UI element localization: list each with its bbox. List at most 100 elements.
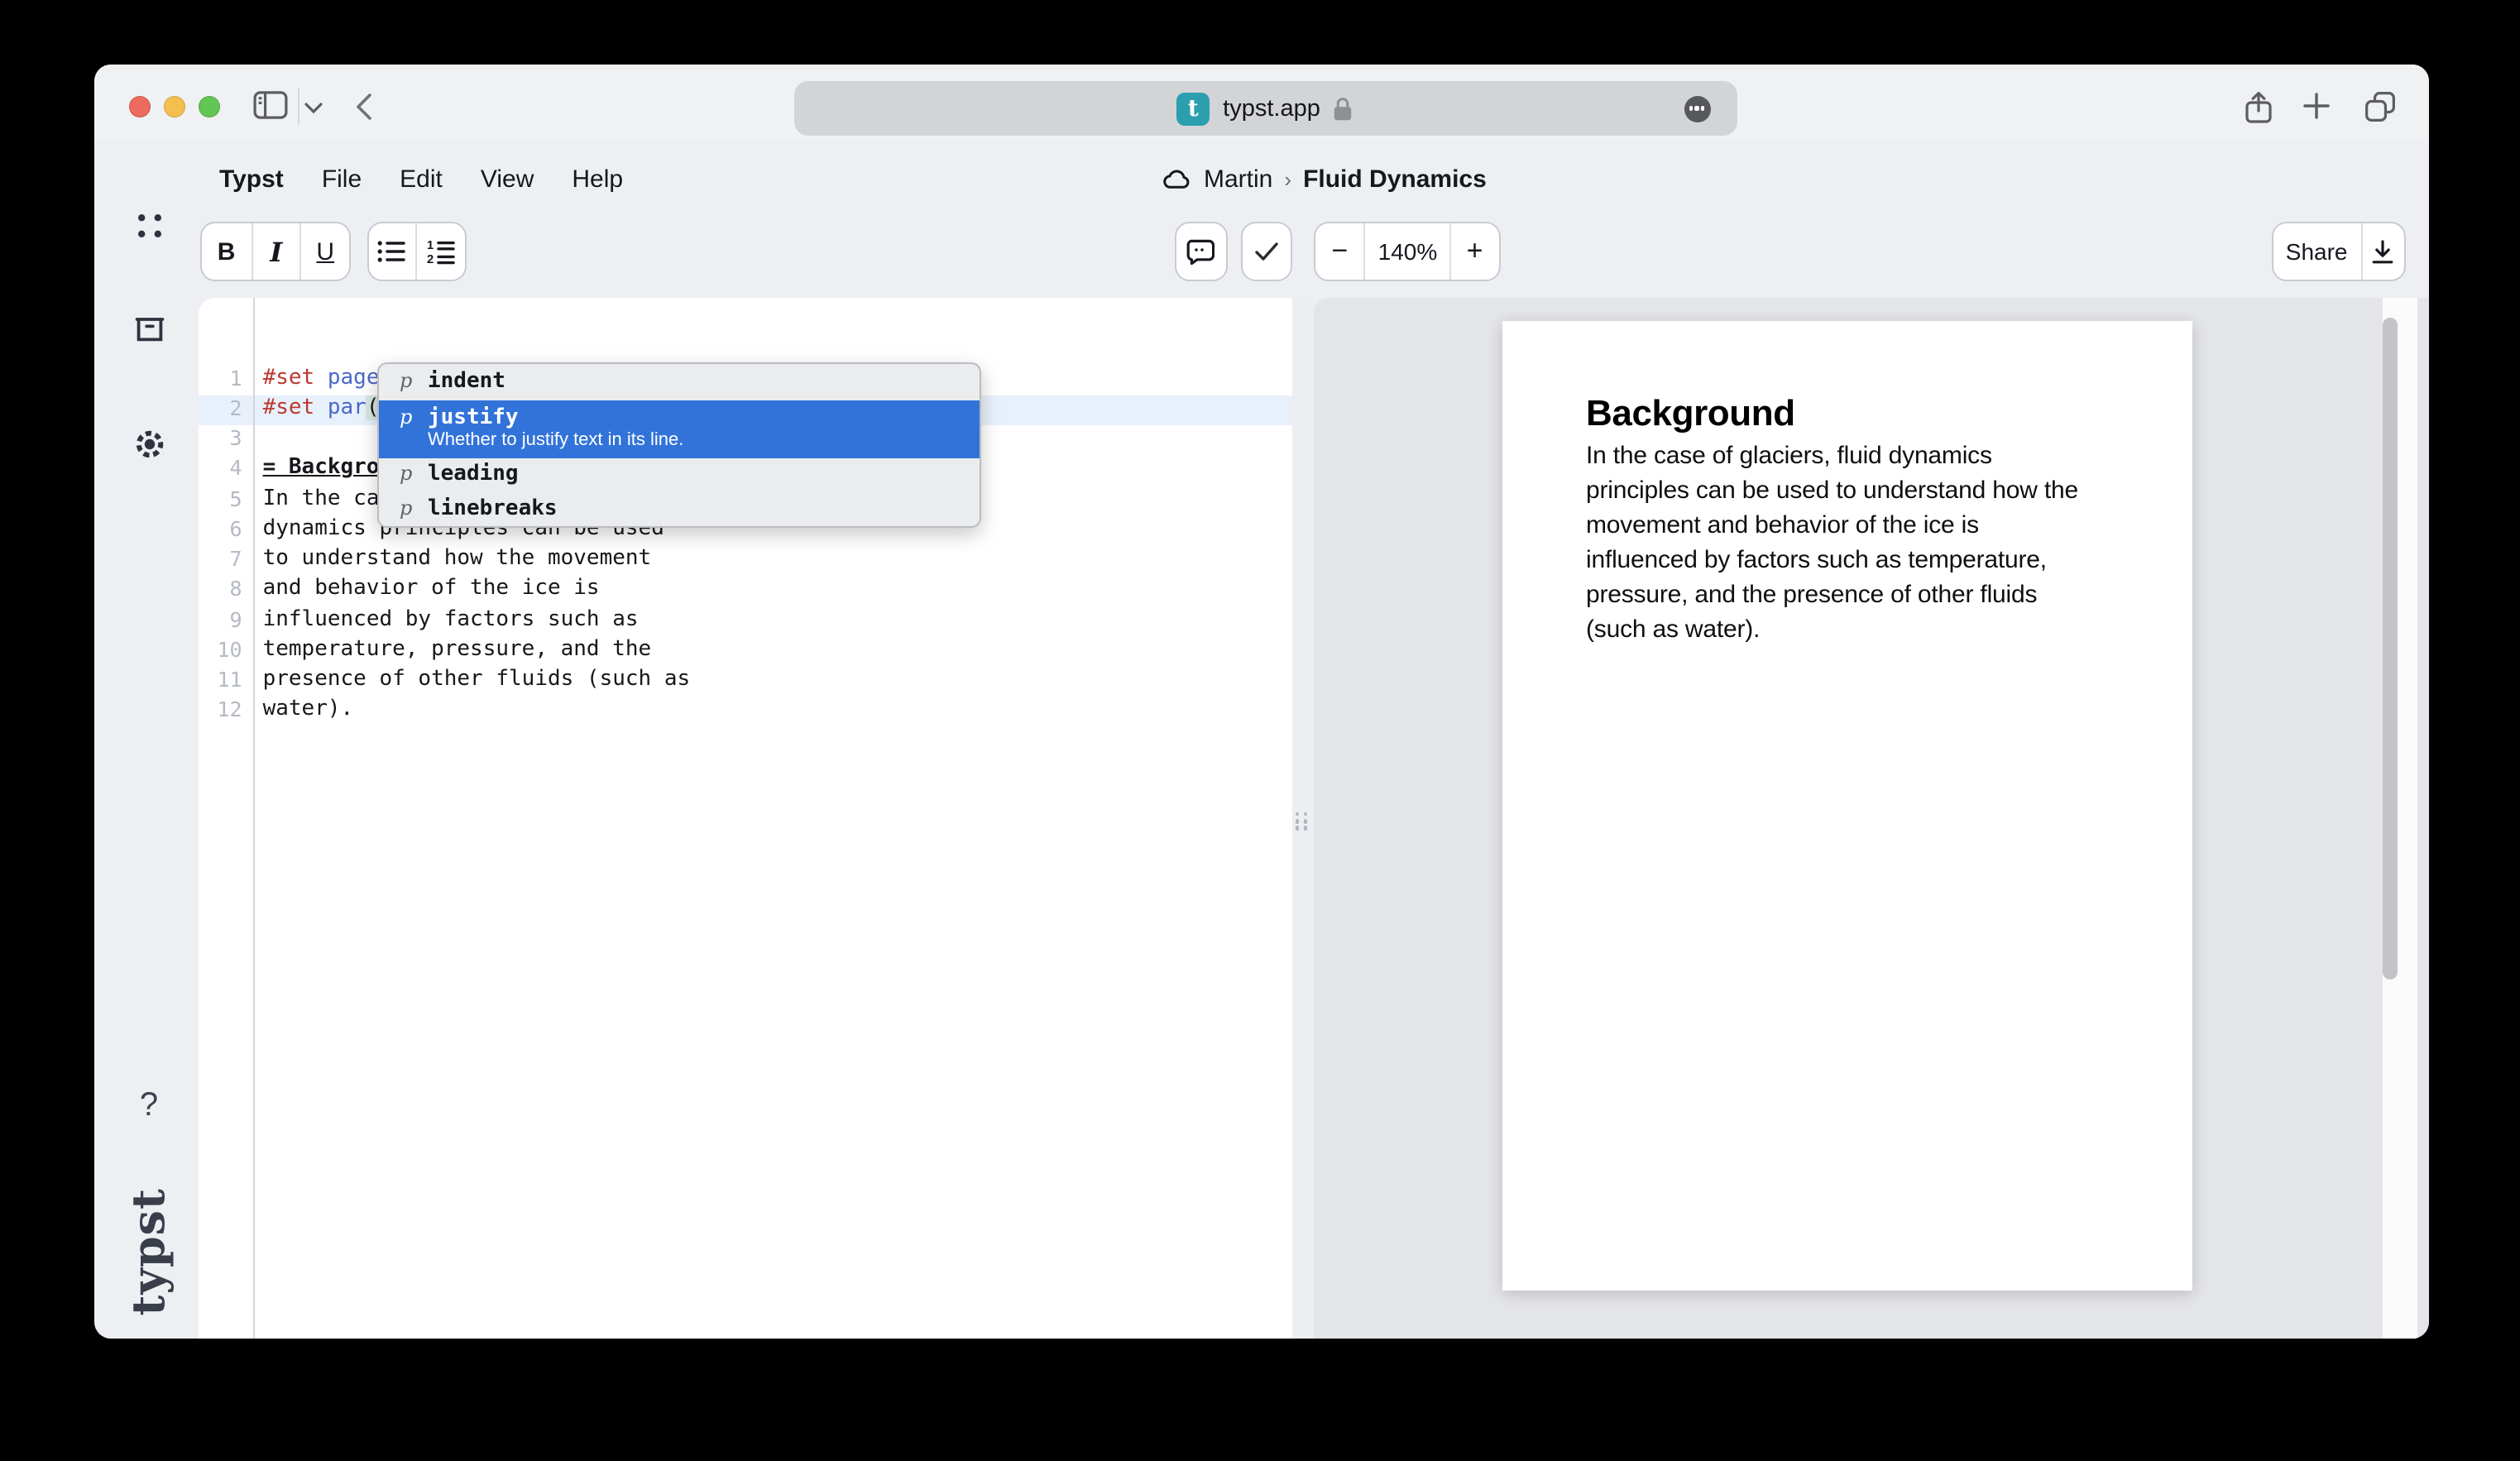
- code-line-9[interactable]: 9influenced by factors such as: [199, 606, 1292, 637]
- autocomplete-item-justify[interactable]: p justifyWhether to justify text in its l…: [378, 400, 979, 457]
- new-tab-icon[interactable]: [2302, 93, 2329, 119]
- param-prefix: p: [400, 369, 414, 392]
- line-content: temperature, pressure, and the: [253, 637, 652, 668]
- download-icon[interactable]: [2360, 223, 2404, 280]
- param-label: linebreaks: [428, 496, 558, 521]
- zoom-in-button[interactable]: +: [1449, 223, 1498, 280]
- line-content: influenced by factors such as: [253, 606, 639, 637]
- menu-typst[interactable]: Typst: [219, 165, 284, 193]
- line-number: 9: [199, 606, 253, 637]
- screen: t typst.app: [0, 0, 2520, 1461]
- param-label: indent: [428, 369, 505, 394]
- sidebar-toggle-icon[interactable]: [252, 91, 287, 119]
- box-icon[interactable]: [93, 314, 204, 344]
- bullet-list-icon[interactable]: [368, 223, 416, 280]
- scrollbar-track[interactable]: [2381, 298, 2417, 1338]
- address-bar[interactable]: t typst.app: [793, 81, 1737, 136]
- menu-edit[interactable]: Edit: [400, 165, 443, 193]
- page-heading: Background: [1586, 392, 1795, 435]
- breadcrumb[interactable]: Martin › Fluid Dynamics: [1161, 154, 1487, 204]
- preview-pane: Background In the case of glaciers, flui…: [1314, 298, 2428, 1338]
- autoformat-button[interactable]: [1241, 222, 1292, 281]
- browser-chrome: t typst.app: [93, 65, 2428, 141]
- rendered-page: Background In the case of glaciers, flui…: [1502, 321, 2192, 1291]
- line-number: 6: [199, 516, 253, 547]
- code-line-7[interactable]: 7to understand how the movement: [199, 546, 1292, 577]
- text-style-group: B I U: [200, 222, 351, 281]
- comment-icon: [1176, 223, 1225, 280]
- code-line-11[interactable]: 11presence of other fluids (such as: [199, 667, 1292, 697]
- underline-button[interactable]: U: [300, 223, 349, 280]
- list-group: 1 2: [367, 222, 466, 281]
- back-icon[interactable]: [355, 93, 371, 121]
- drag-handle-icon[interactable]: [1296, 812, 1310, 832]
- zoom-out-button[interactable]: −: [1315, 223, 1364, 280]
- zoom-level[interactable]: 140%: [1364, 223, 1449, 280]
- line-content: to understand how the movement: [253, 546, 652, 577]
- line-number: 12: [199, 697, 253, 728]
- code-line-8[interactable]: 8and behavior of the ice is: [199, 577, 1292, 607]
- share-group: Share: [2271, 222, 2406, 281]
- share-icon[interactable]: [2243, 91, 2273, 124]
- numbered-list-icon[interactable]: 1 2: [416, 223, 464, 280]
- autocomplete-item-linebreaks[interactable]: plinebreaks: [378, 491, 979, 525]
- line-content: water).: [253, 697, 354, 728]
- menu-view[interactable]: View: [481, 165, 534, 193]
- line-number: 4: [199, 456, 253, 486]
- bold-button[interactable]: B: [202, 223, 251, 280]
- breadcrumb-document[interactable]: Fluid Dynamics: [1303, 165, 1487, 193]
- line-number: 8: [199, 577, 253, 607]
- scrollbar-thumb[interactable]: [2382, 318, 2398, 980]
- line-content: presence of other fluids (such as: [253, 667, 691, 697]
- divider: [298, 88, 299, 124]
- line-number: 2: [199, 395, 253, 426]
- line-number: 3: [199, 425, 253, 456]
- param-label: leading: [428, 462, 519, 487]
- menu-file[interactable]: File: [322, 165, 362, 193]
- autocomplete-item-leading[interactable]: p leading: [378, 457, 979, 491]
- close-button[interactable]: [128, 96, 150, 117]
- menu-help[interactable]: Help: [572, 165, 623, 193]
- gear-icon[interactable]: [93, 427, 204, 462]
- typst-logo-text: typst: [123, 1189, 175, 1316]
- svg-text:1: 1: [427, 239, 434, 251]
- cloud-icon: [1161, 167, 1192, 190]
- breadcrumb-separator: ›: [1284, 166, 1291, 191]
- param-prefix: p: [400, 405, 414, 429]
- line-number: 1: [199, 365, 253, 395]
- lock-icon: [1332, 95, 1353, 122]
- browser-window: t typst.app: [93, 65, 2428, 1338]
- svg-text:2: 2: [427, 252, 434, 264]
- tab-overview-icon[interactable]: [2364, 91, 2395, 122]
- typst-favicon: t: [1176, 92, 1210, 125]
- param-prefix: p: [400, 462, 414, 486]
- line-number: 5: [199, 486, 253, 516]
- line-number: 7: [199, 546, 253, 577]
- typst-logo[interactable]: typst: [110, 1170, 188, 1335]
- code-line-12[interactable]: 12water).: [199, 697, 1292, 728]
- comment-button[interactable]: [1175, 222, 1227, 281]
- menu-bar: Typst File Edit View Help: [219, 154, 623, 204]
- param-description: Whether to justify text in its line.: [428, 430, 959, 452]
- url-text: typst.app: [1223, 95, 1320, 122]
- line-number: 10: [199, 637, 253, 668]
- autocomplete-item-indent[interactable]: pindent: [378, 363, 979, 400]
- share-button[interactable]: Share: [2273, 223, 2360, 280]
- app-header: Typst File Edit View Help Martin › Fluid Dyn…: [93, 154, 2428, 204]
- autocomplete-popup: pindentpjustifyWhether to justify text i…: [376, 362, 980, 527]
- breadcrumb-workspace[interactable]: Martin: [1204, 165, 1272, 193]
- zoom-button[interactable]: [198, 96, 219, 117]
- page-body: In the case of glaciers, fluid dynamics …: [1586, 438, 2149, 648]
- app-grid-icon[interactable]: [93, 213, 204, 238]
- line-content: and behavior of the ice is: [253, 577, 600, 607]
- help-button[interactable]: ?: [93, 1087, 204, 1125]
- more-icon[interactable]: [1684, 95, 1710, 122]
- line-content: #set par(): [253, 395, 393, 426]
- chevron-down-icon[interactable]: [304, 103, 322, 114]
- minimize-button[interactable]: [163, 96, 184, 117]
- param-label: justify: [428, 405, 519, 430]
- code-line-10[interactable]: 10temperature, pressure, and the: [199, 637, 1292, 668]
- italic-button[interactable]: I: [251, 223, 299, 280]
- gutter-border: [253, 298, 255, 1338]
- check-icon: [1243, 223, 1291, 280]
